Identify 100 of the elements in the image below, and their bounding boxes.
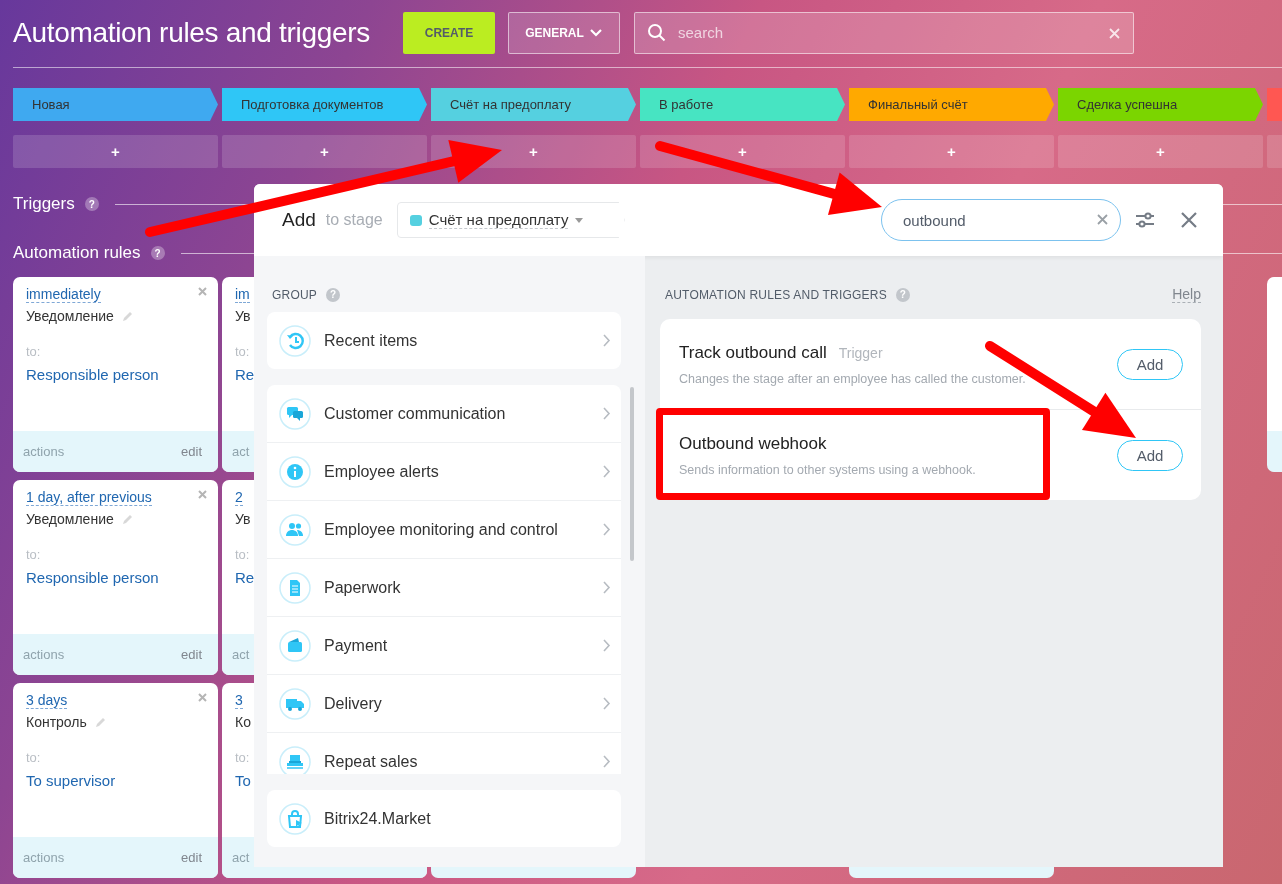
close-icon[interactable] (198, 693, 207, 702)
delay-link[interactable]: immediately (26, 286, 101, 303)
help-link[interactable]: Help (1172, 286, 1201, 303)
chevron-icon (603, 639, 611, 652)
help-icon[interactable]: ? (84, 197, 99, 211)
rule-name: Ко (235, 714, 251, 730)
chevron-icon (603, 465, 611, 478)
actions-label: act (232, 850, 250, 865)
close-icon[interactable] (1181, 212, 1197, 228)
add-rule-button[interactable]: + (640, 135, 845, 168)
to-label: to: (235, 344, 250, 359)
stage-tab[interactable]: Счёт на предоплату (431, 88, 636, 121)
section-title: Triggers (13, 194, 75, 214)
chevron-icon (603, 523, 611, 536)
delay-link[interactable]: 2 (235, 489, 243, 506)
group-item[interactable]: Payment (267, 617, 621, 675)
rule-name: Уведомление (26, 308, 114, 324)
page-title: Automation rules and triggers (13, 16, 372, 49)
close-icon[interactable] (198, 287, 207, 296)
chevron-icon (603, 334, 611, 347)
chevron-icon (603, 581, 611, 594)
stage-tab[interactable]: Финальный счёт (849, 88, 1054, 121)
actions-label: actions (23, 850, 65, 865)
search-icon (647, 22, 667, 43)
rule-name: Ув (235, 511, 251, 527)
clear-icon[interactable] (1097, 214, 1108, 225)
delay-link[interactable]: im (235, 286, 250, 303)
result-description: Changes the stage after an employee has called the customer. (679, 371, 1027, 386)
actions-label: act (232, 647, 250, 662)
recipient-link[interactable]: Re (235, 366, 255, 383)
caret-icon (588, 27, 603, 38)
truck-icon (279, 687, 311, 720)
caret-icon (575, 217, 584, 223)
dialog-title: Add (282, 209, 316, 231)
dialog-subtitle: to stage (325, 211, 383, 229)
recipient-link[interactable]: Responsible person (26, 569, 159, 586)
search-field[interactable]: outbound (881, 199, 1121, 241)
group-item[interactable]: Employee alerts (267, 443, 621, 501)
rule-name: Уведомление (26, 511, 114, 527)
wallet-icon (279, 629, 311, 662)
to-label: to: (26, 344, 41, 359)
group-item[interactable]: Paperwork (267, 559, 621, 617)
group-item[interactable]: Customer communication (267, 385, 621, 443)
chevron-icon (603, 407, 611, 420)
edit-link[interactable]: edit (181, 647, 202, 662)
actions-label: actions (23, 647, 65, 662)
delay-link[interactable]: 1 day, after previous (26, 489, 152, 506)
recipient-link[interactable]: Responsible person (26, 366, 159, 383)
stage-tab[interactable]: Новая (13, 88, 218, 121)
group-heading: GROUP (272, 287, 317, 302)
people-icon (279, 513, 311, 546)
filter-icon[interactable] (1135, 212, 1155, 228)
actions-label: act (232, 444, 250, 459)
group-item[interactable]: Delivery (267, 675, 621, 733)
actions-label: actions (23, 444, 65, 459)
chat-icon (279, 397, 311, 430)
scrollbar[interactable] (630, 387, 634, 561)
result-title: Outbound webhook (679, 433, 827, 454)
recipient-link[interactable]: To supervisor (26, 772, 116, 789)
to-label: to: (26, 547, 41, 562)
add-button[interactable]: Add (1117, 439, 1183, 471)
pencil-icon[interactable] (93, 715, 107, 729)
stage-tab[interactable]: Подготовка документов (222, 88, 427, 121)
search-field[interactable]: search (634, 11, 1134, 54)
to-label: to: (235, 547, 250, 562)
edit-link[interactable]: edit (181, 444, 202, 459)
chevron-icon (603, 755, 611, 768)
rule-name: Ув (235, 308, 251, 324)
pencil-icon[interactable] (120, 512, 134, 526)
document-icon (279, 571, 311, 604)
result-description: Sends information to other systems using a webhook. (679, 462, 977, 477)
results-heading: AUTOMATION RULES AND TRIGGERS (665, 287, 887, 302)
to-label: to: (26, 750, 41, 765)
to-label: to: (235, 750, 250, 765)
add-rule-button[interactable]: + (13, 135, 218, 168)
edit-link[interactable]: edit (181, 850, 202, 865)
help-icon[interactable]: ? (150, 246, 165, 260)
shopping-bag-icon (279, 802, 311, 835)
result-title: Track outbound call (679, 342, 827, 363)
recipient-link[interactable]: Re (235, 569, 255, 586)
info-icon (279, 455, 311, 488)
close-icon[interactable] (198, 490, 207, 499)
recipient-link[interactable]: To (235, 772, 251, 789)
create-button[interactable]: CREATE (403, 11, 495, 54)
delay-link[interactable]: 3 days (26, 692, 68, 709)
group-item[interactable]: Bitrix24.Market (267, 790, 621, 847)
clock-icon (279, 324, 311, 357)
stage-tab[interactable]: Сделка успешна (1058, 88, 1263, 121)
group-item[interactable]: Recent items (267, 312, 621, 369)
category-dropdown[interactable]: GENERAL (508, 11, 620, 54)
group-item[interactable]: Employee monitoring and control (267, 501, 621, 559)
pencil-icon[interactable] (120, 309, 134, 323)
result-type: Trigger (838, 344, 883, 361)
stage-tab[interactable]: В работе (640, 88, 845, 121)
add-button[interactable]: Add (1117, 348, 1183, 380)
section-title: Automation rules (13, 243, 141, 263)
chevron-icon (603, 697, 611, 710)
rule-name: Контроль (26, 714, 87, 730)
delay-link[interactable]: 3 (235, 692, 243, 709)
add-rule-button[interactable]: + (222, 135, 427, 168)
